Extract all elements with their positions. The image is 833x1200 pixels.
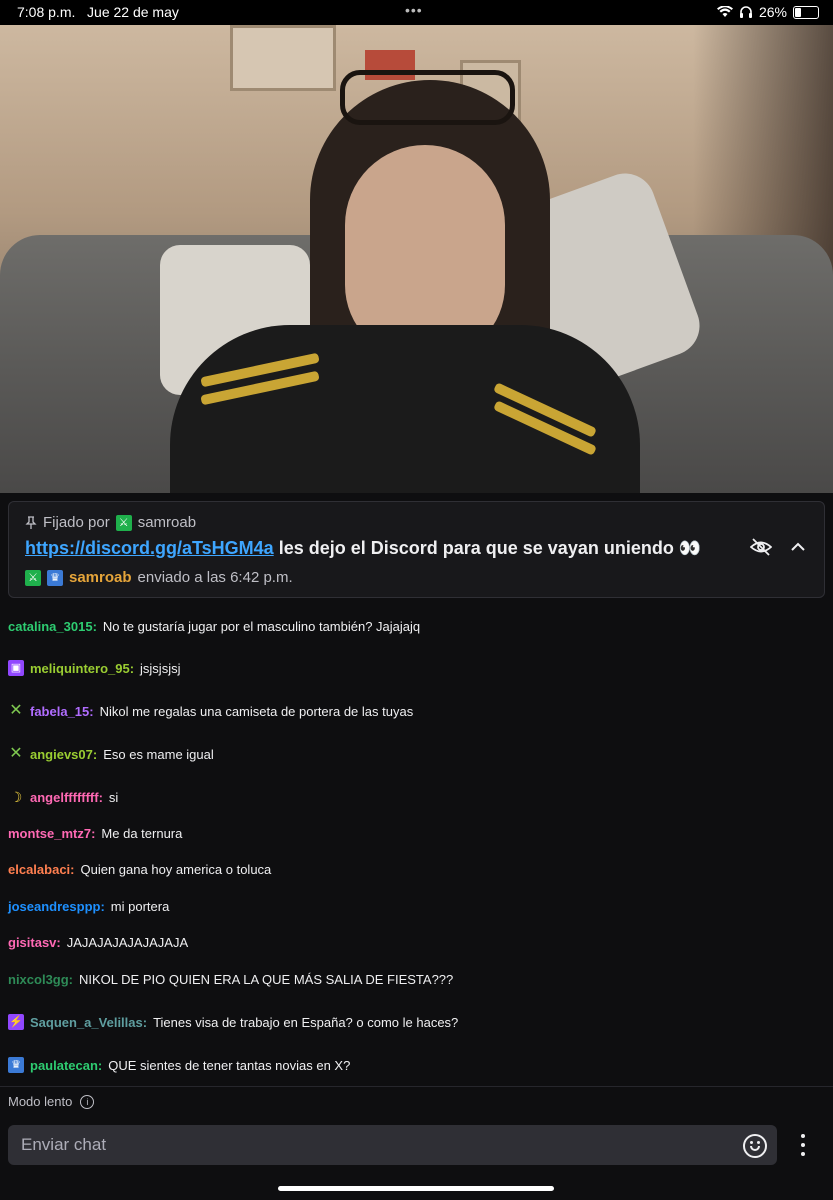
info-icon[interactable]: i <box>80 1094 95 1109</box>
chat-input-box <box>8 1125 777 1165</box>
vip-icon: ♛ <box>8 1057 24 1073</box>
chat-message: montse_mtz7: Me da ternura <box>8 826 182 841</box>
pinned-meta: ⚔ ♛ samroab enviado a las 6:42 p.m. <box>25 569 293 586</box>
wifi-icon <box>716 6 733 17</box>
chat-message: ☽ angelffffffff: si <box>8 789 119 805</box>
chat-message: gisitasv: JAJAJAJAJAJAJAJA <box>8 935 188 950</box>
slow-mode-label: Modo lento <box>8 1094 73 1109</box>
chat-username[interactable]: montse_mtz7: <box>8 826 95 841</box>
pinned-actions <box>750 538 806 556</box>
chat-message: ♛ paulatecan: QUE sientes de tener tanta… <box>8 1057 350 1073</box>
moderator-badge-icon: ⚔ <box>115 514 132 531</box>
hide-eye-icon[interactable] <box>750 538 772 556</box>
chat-text: NIKOL DE PIO QUIEN ERA LA QUE MÁS SALIA … <box>79 972 454 987</box>
chat-text: Quien gana hoy america o toluca <box>80 862 272 877</box>
pinned-by-label: Fijado por <box>43 514 110 531</box>
pinned-by-user[interactable]: samroab <box>138 514 196 531</box>
chat-text: Nikol me regalas una camiseta de portera… <box>99 703 414 719</box>
chat-message: catalina_3015: No te gustaría jugar por … <box>8 619 420 634</box>
pinned-message: Fijado por ⚔ samroab https://discord.gg/… <box>8 501 825 598</box>
headphones-icon <box>739 6 752 18</box>
sunglasses <box>340 70 515 125</box>
chevron-up-icon[interactable] <box>790 542 806 552</box>
chat-username[interactable]: elcalabaci: <box>8 862 75 877</box>
status-bar: 7:08 p.m. Jue 22 de may ••• 26% <box>0 0 833 25</box>
chat-text: Tienes visa de trabajo en España? o como… <box>153 1014 459 1030</box>
status-time: 7:08 p.m. Jue 22 de may <box>17 4 179 20</box>
chat-text: JAJAJAJAJAJAJAJA <box>66 935 189 950</box>
chat-username[interactable]: Saquen_a_Velillas: <box>30 1015 147 1030</box>
chat-text: si <box>108 789 119 805</box>
sub-icon: ▣ <box>8 660 24 676</box>
chat-message: elcalabaci: Quien gana hoy america o tol… <box>8 862 271 877</box>
pinned-by: Fijado por ⚔ samroab <box>25 514 196 531</box>
multitasking-dots[interactable]: ••• <box>405 2 423 18</box>
pin-icon <box>25 515 37 529</box>
pinned-message-body: les dejo el Discord para que se vayan un… <box>273 538 702 558</box>
pinned-sender[interactable]: samroab <box>69 569 132 586</box>
x-icon: ✕ <box>9 745 23 762</box>
pinned-text: https://discord.gg/aTsHGM4a les dejo el … <box>25 538 701 559</box>
chat-message: ⚡ Saquen_a_Velillas: Tienes visa de trab… <box>8 1014 458 1030</box>
chat-username[interactable]: joseandresppp: <box>8 899 105 914</box>
chat-username[interactable]: nixcol3gg: <box>8 972 73 987</box>
chat-username[interactable]: fabela_15: <box>30 704 94 719</box>
chat-text: Me da ternura <box>101 826 183 841</box>
more-options-icon[interactable] <box>800 1134 806 1156</box>
chat-username[interactable]: paulatecan: <box>30 1058 102 1073</box>
home-indicator[interactable] <box>278 1186 554 1191</box>
moderator-badge-icon: ⚔ <box>25 569 41 586</box>
video-player[interactable] <box>0 25 833 493</box>
battery-percent: 26% <box>758 4 787 20</box>
chat-message: joseandresppp: mi portera <box>8 899 169 914</box>
chat-text: Eso es mame igual <box>103 746 214 762</box>
battery-icon <box>793 5 819 19</box>
chat-username[interactable]: gisitasv: <box>8 935 61 950</box>
chat-text: mi portera <box>110 899 170 914</box>
x-icon: ✕ <box>9 702 23 719</box>
status-icons: 26% <box>716 4 819 20</box>
banana-icon: ☽ <box>9 789 23 805</box>
chat-username[interactable]: catalina_3015: <box>8 619 97 634</box>
chat-username[interactable]: angievs07: <box>30 747 97 762</box>
chat-message: ✕ fabela_15: Nikol me regalas una camise… <box>8 703 413 719</box>
bits-icon: ⚡ <box>8 1014 24 1030</box>
vip-badge-icon: ♛ <box>47 569 63 586</box>
chat-text: QUE sientes de tener tantas novias en X? <box>108 1057 351 1073</box>
slow-mode: Modo lento i <box>8 1094 95 1109</box>
pinned-sent-time: enviado a las 6:42 p.m. <box>137 569 293 586</box>
chat-text: jsjsjsjsj <box>140 660 181 676</box>
emoji-icon[interactable] <box>743 1134 767 1158</box>
chat-message: ▣ meliquintero_95: jsjsjsjsj <box>8 660 180 676</box>
discord-link[interactable]: https://discord.gg/aTsHGM4a <box>25 538 274 558</box>
wall-picture <box>230 25 336 91</box>
chat-username[interactable]: meliquintero_95: <box>30 661 134 676</box>
streamer-body <box>170 325 640 493</box>
divider <box>0 1086 833 1087</box>
chat-message: ✕ angievs07: Eso es mame igual <box>8 745 214 762</box>
chat-text: No te gustaría jugar por el masculino ta… <box>102 619 421 634</box>
chat-input[interactable] <box>19 1134 723 1156</box>
chat-username[interactable]: angelffffffff: <box>30 790 103 805</box>
chat-message: nixcol3gg: NIKOL DE PIO QUIEN ERA LA QUE… <box>8 972 453 987</box>
